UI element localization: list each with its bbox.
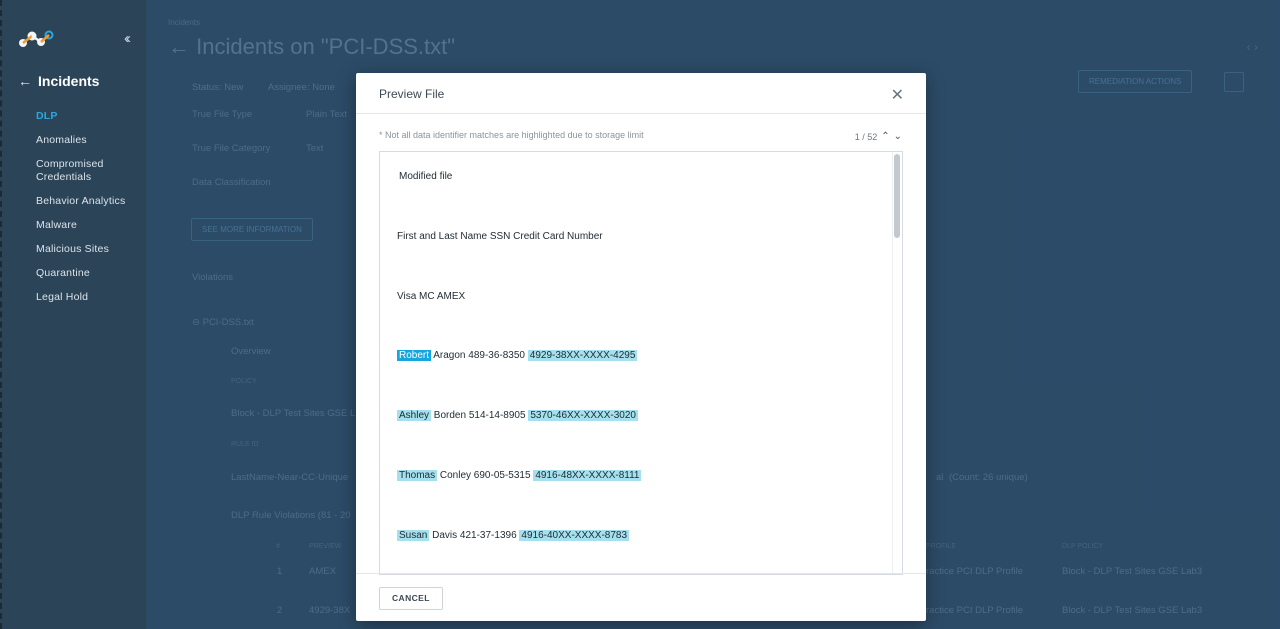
- cancel-button[interactable]: CANCEL: [379, 587, 443, 610]
- preview-line: Modified file: [399, 171, 453, 182]
- dialog-header: Preview File ✕: [356, 73, 926, 114]
- preview-line: Ashley Borden 514-14-8905 5370-46XX-XXXX…: [397, 408, 638, 424]
- preview-scrollbar[interactable]: [894, 154, 900, 238]
- preview-scroll-track[interactable]: [892, 152, 902, 574]
- highlight-card[interactable]: 4916-40XX-XXXX-8783: [519, 530, 630, 541]
- storage-limit-note: * Not all data identifier matches are hi…: [379, 130, 644, 140]
- sidebar-item-compromised-credentials[interactable]: Compromised Credentials: [36, 158, 116, 184]
- close-icon[interactable]: ✕: [891, 85, 904, 105]
- back-arrow-icon[interactable]: ←: [18, 73, 32, 89]
- sidebar-title[interactable]: ← Incidents: [18, 73, 99, 89]
- highlight-card[interactable]: 4916-48XX-XXXX-8111: [533, 470, 642, 481]
- collapse-sidebar-icon[interactable]: ‹‹: [124, 30, 131, 47]
- file-preview[interactable]: Modified file First and Last Name SSN Cr…: [379, 151, 903, 575]
- sidebar-item-malware[interactable]: Malware: [36, 219, 144, 232]
- preview-line: Thomas Conley 690-05-5315 4916-48XX-XXXX…: [397, 468, 642, 484]
- preview-line: Robert Aragon 489-36-8350 4929-38XX-XXXX…: [397, 348, 638, 364]
- app-logo-icon[interactable]: [18, 28, 54, 50]
- sidebar-item-quarantine[interactable]: Quarantine: [36, 267, 144, 280]
- sidebar-item-dlp[interactable]: DLP: [36, 110, 144, 123]
- highlight-name[interactable]: Susan: [397, 530, 430, 541]
- chevron-up-icon[interactable]: ⌃: [881, 131, 889, 142]
- match-pager: 1 / 52 ⌃ ⌄: [855, 131, 902, 142]
- line-text: Aragon 489-36-8350: [431, 350, 528, 361]
- preview-line: First and Last Name SSN Credit Card Numb…: [397, 231, 603, 242]
- line-text: Conley 690-05-5315: [437, 470, 534, 481]
- preview-line: Visa MC AMEX: [397, 291, 466, 302]
- highlight-name[interactable]: Thomas: [397, 470, 438, 481]
- sidebar-title-label: Incidents: [38, 73, 100, 89]
- sidebar-item-malicious-sites[interactable]: Malicious Sites: [36, 243, 144, 256]
- sidebar-item-behavior-analytics[interactable]: Behavior Analytics: [36, 195, 144, 208]
- sidebar-item-legal-hold[interactable]: Legal Hold: [36, 291, 144, 304]
- preview-line: Susan Davis 421-37-1396 4916-40XX-XXXX-8…: [397, 528, 630, 544]
- dialog-title: Preview File: [379, 87, 445, 101]
- preview-file-dialog: Preview File ✕ * Not all data identifier…: [356, 73, 926, 621]
- sidebar: ‹‹ ← Incidents DLP Anomalies Compromised…: [0, 0, 146, 629]
- chevron-down-icon[interactable]: ⌄: [894, 131, 902, 142]
- line-text: Davis 421-37-1396: [429, 530, 520, 541]
- match-counter: 1 / 52: [854, 131, 878, 142]
- sidebar-nav: DLP Anomalies Compromised Credentials Be…: [36, 110, 144, 315]
- highlight-card[interactable]: 5370-46XX-XXXX-3020: [528, 410, 638, 421]
- sidebar-item-anomalies[interactable]: Anomalies: [36, 134, 144, 147]
- line-text: Borden 514-14-8905: [431, 410, 529, 421]
- highlight-name-active[interactable]: Robert: [397, 350, 432, 361]
- highlight-name[interactable]: Ashley: [397, 410, 432, 421]
- highlight-card[interactable]: 4929-38XX-XXXX-4295: [527, 350, 638, 361]
- dialog-footer: CANCEL: [356, 573, 926, 621]
